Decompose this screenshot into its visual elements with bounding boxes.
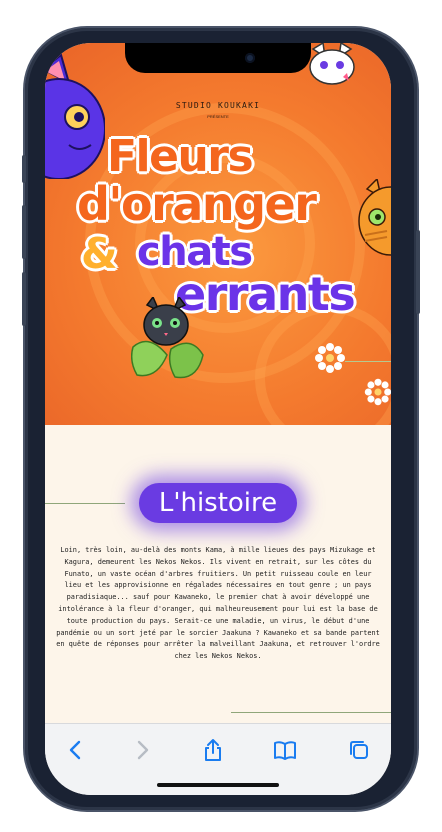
back-button[interactable] xyxy=(61,736,89,764)
share-icon xyxy=(205,739,221,761)
tabs-icon xyxy=(350,741,368,759)
title-ampersand: & xyxy=(81,229,118,278)
power-button xyxy=(416,230,420,314)
home-indicator[interactable] xyxy=(157,783,279,787)
camera-icon xyxy=(245,53,255,63)
story-paragraph: Loin, très loin, au-delà des monts Kama,… xyxy=(56,546,380,661)
orange-blossom-icon xyxy=(364,378,391,406)
back-icon xyxy=(69,740,81,760)
story-section: L'histoire Loin, très loin, au-delà des … xyxy=(45,425,391,723)
volume-down-button xyxy=(22,272,26,326)
forward-icon xyxy=(137,740,149,760)
volume-up-button xyxy=(22,205,26,259)
black-cat-illustration xyxy=(131,297,204,379)
hero-banner: STUDIO KOUKAKI PRÉSENTE Fleurs d'oranger… xyxy=(45,43,391,425)
screen: STUDIO KOUKAKI PRÉSENTE Fleurs d'oranger… xyxy=(45,43,391,795)
browser-toolbar xyxy=(45,723,391,795)
mute-switch xyxy=(22,155,26,183)
white-cat-illustration xyxy=(309,43,355,85)
title-fleurs: Fleurs xyxy=(107,131,254,182)
studio-name: STUDIO KOUKAKI xyxy=(175,101,261,110)
notch xyxy=(125,43,311,73)
bookmarks-icon xyxy=(274,741,296,760)
divider-line xyxy=(231,712,391,713)
story-heading: L'histoire xyxy=(139,483,297,523)
orange-blossom-icon xyxy=(315,343,345,373)
divider-line xyxy=(45,503,125,504)
bookmarks-button[interactable] xyxy=(271,736,299,764)
divider-line xyxy=(345,361,391,362)
orange-cat-illustration xyxy=(358,179,391,256)
tabs-button[interactable] xyxy=(345,736,373,764)
title-doranger: d'oranger xyxy=(77,177,317,231)
share-button[interactable] xyxy=(199,736,227,764)
forward-button[interactable] xyxy=(129,736,157,764)
presente-label: PRÉSENTE xyxy=(207,114,229,119)
